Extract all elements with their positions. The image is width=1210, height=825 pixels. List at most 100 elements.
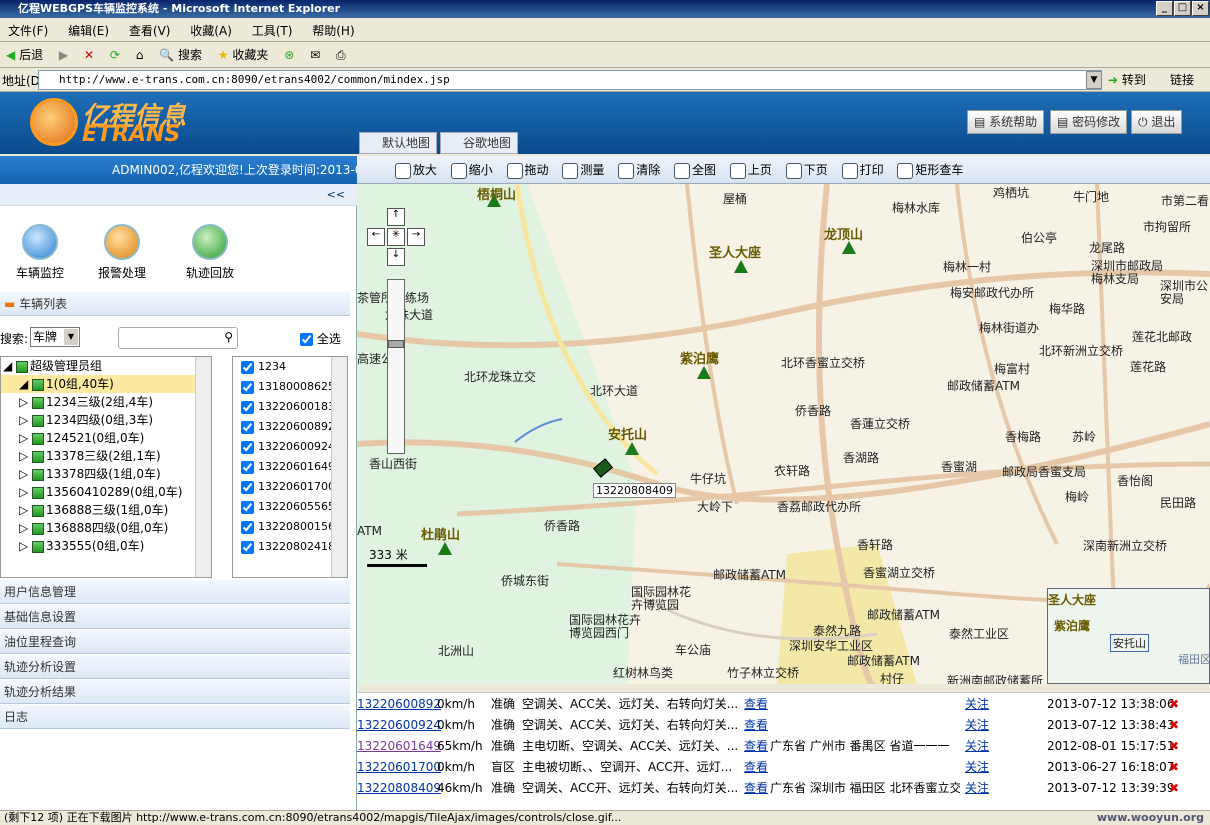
vehicle-list-scrollbar[interactable] [331, 357, 347, 577]
tab-google-map[interactable]: 谷歌地图 [440, 132, 519, 154]
refresh-button[interactable]: ⟳ [104, 44, 126, 66]
section-basic-settings[interactable]: 基础信息设置 [0, 605, 350, 629]
section-user-info[interactable]: 用户信息管理 [0, 580, 350, 604]
tree-item[interactable]: ▷ 136888四级(0组,0车) [1, 519, 211, 537]
mail-button[interactable]: ✉ [304, 44, 326, 66]
tree-item[interactable]: ▷ 13378四级(1组,0车) [1, 465, 211, 483]
section-track-analysis-results[interactable]: 轨迹分析结果 [0, 680, 350, 704]
section-track-analysis-settings[interactable]: 轨迹分析设置 [0, 655, 350, 679]
vehicle-item[interactable]: 13220600924 [233, 437, 347, 457]
vehicle-item[interactable]: 13220600892 [233, 417, 347, 437]
vehicle-checkbox[interactable] [241, 400, 254, 414]
alarm-handle-button[interactable]: 报警处理 [82, 224, 162, 281]
remove-icon[interactable]: ✖ [1169, 757, 1179, 778]
menu-edit[interactable]: 编辑(E) [60, 18, 117, 43]
follow-link[interactable]: 关注 [965, 778, 989, 799]
menu-favorites[interactable]: 收藏(A) [182, 18, 240, 43]
change-password-button[interactable]: ▤ 密码修改 [1050, 110, 1128, 134]
tree-item[interactable]: ▷ 1234三级(2组,4车) [1, 393, 211, 411]
rect-search-tool[interactable]: 矩形查车 [893, 156, 969, 184]
maximize-button[interactable]: □ [1174, 1, 1191, 16]
tree-item[interactable]: ▷ 333555(0组,0车) [1, 537, 211, 555]
select-all-checkbox[interactable]: 全选 [300, 330, 341, 347]
vehicle-list-header[interactable]: ▬ 车辆列表 [0, 292, 350, 316]
vehicle-item[interactable]: 13220605565 [233, 497, 347, 517]
menu-help[interactable]: 帮助(H) [304, 18, 362, 43]
tree-item[interactable]: ▷ 136888三级(1组,0车) [1, 501, 211, 519]
vehicle-checkbox[interactable] [241, 420, 254, 434]
vehicle-id-link[interactable]: 13220601700 [357, 757, 441, 778]
view-link[interactable]: 查看 [744, 736, 768, 757]
print-tool[interactable]: 打印 [838, 156, 890, 184]
zoom-slider[interactable] [387, 279, 405, 454]
vehicle-checkbox[interactable] [241, 500, 254, 514]
full-extent-tool[interactable]: 全图 [670, 156, 722, 184]
menu-file[interactable]: 文件(F) [0, 18, 56, 43]
vehicle-item[interactable]: 13220601700 [233, 477, 347, 497]
section-log[interactable]: 日志 [0, 705, 350, 729]
view-link[interactable]: 查看 [744, 757, 768, 778]
zoom-slider-handle[interactable] [388, 340, 404, 348]
vehicle-id-link[interactable]: 13220600924 [357, 715, 441, 736]
prev-page-tool[interactable]: 上页 [726, 156, 778, 184]
remove-icon[interactable]: ✖ [1169, 736, 1179, 757]
pan-left-icon[interactable]: ← [367, 228, 385, 246]
history-button[interactable]: ⊛ [278, 44, 300, 66]
tree-item[interactable]: ◢ 1(0组,40车) [1, 375, 211, 393]
menu-view[interactable]: 查看(V) [121, 18, 179, 43]
collapse-panel-button[interactable]: << [0, 184, 357, 206]
vehicle-item[interactable]: 13180008625 [233, 377, 347, 397]
view-link[interactable]: 查看 [744, 778, 768, 799]
links-button[interactable]: 链接 [1170, 71, 1194, 88]
search-type-select[interactable]: 车牌 ▼ [30, 327, 80, 347]
section-fuel-mileage[interactable]: 油位里程查询 [0, 630, 350, 654]
pan-tool[interactable]: 拖动 [503, 156, 555, 184]
measure-tool[interactable]: 测量 [558, 156, 610, 184]
go-button[interactable]: ➜ 转到 [1108, 71, 1146, 88]
vehicle-item[interactable]: 13220600183 [233, 397, 347, 417]
vehicle-marker-label[interactable]: 13220808409 [593, 483, 676, 498]
system-help-button[interactable]: ▤ 系统帮助 [967, 110, 1045, 134]
vehicle-item[interactable]: 13220802418 [233, 537, 347, 557]
back-button[interactable]: ◀ 后退 [0, 44, 49, 66]
select-all-check[interactable] [300, 333, 313, 346]
logout-button[interactable]: ⏻ 退出 [1131, 110, 1183, 134]
tree-item[interactable]: ▷ 124521(0组,0车) [1, 429, 211, 447]
pan-center-icon[interactable]: ✳ [387, 228, 405, 246]
vehicle-checkbox[interactable] [241, 460, 254, 474]
vehicle-item[interactable]: 13220800156 [233, 517, 347, 537]
url-input[interactable]: http://www.e-trans.com.cn:8090/etrans400… [38, 70, 1102, 90]
vehicle-item[interactable]: 1234 [233, 357, 347, 377]
vehicle-checkbox[interactable] [241, 520, 254, 534]
vehicle-checkbox[interactable] [241, 360, 254, 374]
tree-item[interactable]: ▷ 1234四级(0组,3车) [1, 411, 211, 429]
vehicle-monitor-button[interactable]: 车辆监控 [0, 224, 80, 281]
vehicle-checkbox[interactable] [241, 380, 254, 394]
view-link[interactable]: 查看 [744, 694, 768, 715]
follow-link[interactable]: 关注 [965, 736, 989, 757]
tree-scrollbar[interactable] [195, 357, 211, 577]
home-button[interactable]: ⌂ [130, 44, 150, 66]
next-page-tool[interactable]: 下页 [782, 156, 834, 184]
vehicle-item[interactable]: 13220601649 [233, 457, 347, 477]
track-playback-button[interactable]: 轨迹回放 [170, 224, 250, 281]
stop-button[interactable]: ✕ [78, 44, 100, 66]
overview-minimap[interactable]: 圣人大座 紫泊鹰 安托山 福田区 [1047, 588, 1210, 684]
forward-button[interactable]: ▶ [53, 44, 74, 66]
search-button[interactable]: 🔍 搜索 [153, 44, 208, 66]
follow-link[interactable]: 关注 [965, 715, 989, 736]
zoom-in-tool[interactable]: 放大 [391, 156, 443, 184]
view-link[interactable]: 查看 [744, 715, 768, 736]
follow-link[interactable]: 关注 [965, 694, 989, 715]
remove-icon[interactable]: ✖ [1169, 694, 1179, 715]
vehicle-checkbox[interactable] [241, 440, 254, 454]
map-view[interactable]: 梧桐山 圣人大座 龙顶山 紫泊鹰 安托山 杜鹃山 屋桶 梅林水库 鸡栖坑 牛门地… [357, 184, 1210, 684]
vehicle-id-link[interactable]: 13220600892 [357, 694, 441, 715]
vehicle-id-link[interactable]: 13220808409 [357, 778, 441, 799]
vehicle-search-input[interactable]: ⚲ [118, 327, 238, 349]
pan-down-icon[interactable]: ↓ [387, 248, 405, 266]
tree-item[interactable]: ▷ 13560410289(0组,0车) [1, 483, 211, 501]
favorites-button[interactable]: ★ 收藏夹 [212, 44, 275, 66]
pan-right-icon[interactable]: → [407, 228, 425, 246]
close-window-button[interactable]: × [1192, 1, 1209, 16]
